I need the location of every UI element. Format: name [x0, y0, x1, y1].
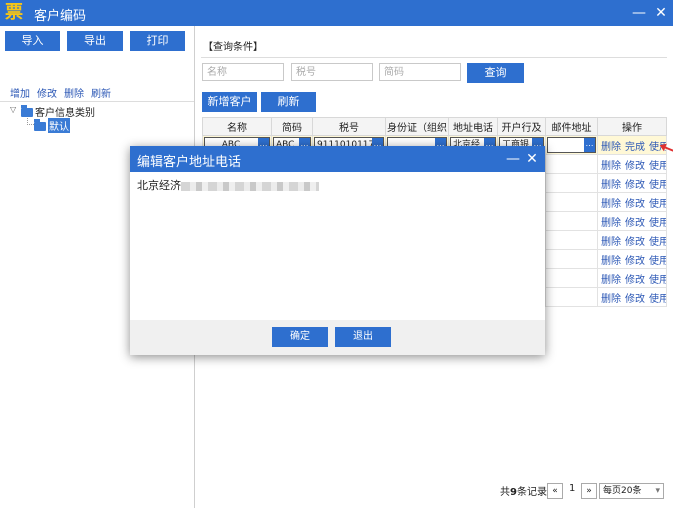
refresh-category-link[interactable]: 刷新	[91, 85, 111, 100]
row-actions: 删除修改使用	[597, 287, 667, 307]
tree-root-label[interactable]: 客户信息类别	[35, 104, 95, 119]
dialog-minimize-button[interactable]: —	[503, 149, 523, 169]
folder-icon	[21, 105, 33, 117]
table-cell	[545, 268, 598, 288]
record-count: 共9条记录	[500, 487, 547, 498]
next-page-button[interactable]: »	[581, 483, 597, 499]
column-header[interactable]: 简码	[271, 117, 313, 136]
dialog-close-button[interactable]: ✕	[522, 149, 542, 169]
table-cell	[545, 249, 598, 269]
row-actions: 删除修改使用	[597, 154, 667, 174]
address-text: 北京经济	[137, 179, 181, 192]
delete-link[interactable]: 删除	[601, 275, 621, 286]
search-button[interactable]: 查询	[467, 63, 524, 83]
email-cell-editor[interactable]: …	[547, 137, 596, 153]
use-link[interactable]: 使用	[649, 199, 666, 210]
column-header[interactable]: 身份证（组织	[385, 117, 449, 136]
delete-link[interactable]: 删除	[601, 161, 621, 172]
edit-address-dialog: 编辑客户地址电话 — ✕ 北京经济 确定 退出	[130, 146, 545, 355]
use-link[interactable]: 使用	[649, 256, 666, 267]
table-cell	[545, 230, 598, 250]
close-button[interactable]: ✕	[651, 3, 671, 23]
refresh-list-button[interactable]: 刷新	[261, 92, 316, 112]
table-header-row: 名称 简码 税号 身份证（组织 地址电话 开户行及 邮件地址 操作	[202, 117, 667, 136]
edit-link[interactable]: 修改	[625, 199, 645, 210]
add-category-link[interactable]: 增加	[10, 85, 30, 100]
page-size-select[interactable]: 每页20条 ▾	[599, 483, 664, 499]
delete-link[interactable]: 删除	[601, 199, 621, 210]
address-textarea[interactable]: 北京经济	[137, 177, 319, 193]
edit-link[interactable]: 修改	[625, 180, 645, 191]
code-search-input[interactable]	[379, 63, 461, 81]
use-link[interactable]: 使用	[649, 294, 666, 305]
delete-link[interactable]: 删除	[601, 256, 621, 267]
folder-icon	[34, 119, 46, 131]
edit-link[interactable]: 修改	[625, 256, 645, 267]
row-actions: 删除修改使用	[597, 173, 667, 193]
delete-link[interactable]: 删除	[601, 218, 621, 229]
divider	[201, 57, 667, 58]
done-link[interactable]: 完成	[625, 142, 645, 153]
app-title: 客户编码	[34, 9, 87, 24]
edit-link[interactable]: 修改	[625, 218, 645, 229]
use-link[interactable]: 使用	[649, 161, 666, 172]
use-link[interactable]: 使用	[649, 237, 666, 248]
current-page: 1	[569, 483, 576, 494]
row-actions: 删除修改使用	[597, 192, 667, 212]
table-cell	[545, 287, 598, 307]
category-action-bar: 增加 修改 删除 刷新	[0, 82, 194, 102]
table-cell	[545, 211, 598, 231]
edit-category-link[interactable]: 修改	[37, 85, 57, 100]
use-link[interactable]: 使用	[649, 275, 666, 286]
edit-link[interactable]: 修改	[625, 275, 645, 286]
app-titlebar: 票 客户编码 — ✕	[0, 0, 673, 26]
dialog-title: 编辑客户地址电话	[137, 155, 242, 170]
query-header: 【查询条件】	[203, 42, 263, 53]
redacted-text	[181, 181, 319, 191]
column-header[interactable]: 名称	[202, 117, 272, 136]
tree-item-default[interactable]: 默认	[48, 118, 70, 133]
print-button[interactable]: 打印	[130, 31, 185, 51]
confirm-button[interactable]: 确定	[272, 327, 328, 347]
edit-link[interactable]: 修改	[625, 237, 645, 248]
chevron-down-icon: ▾	[655, 486, 660, 496]
column-header[interactable]: 邮件地址	[545, 117, 598, 136]
edit-link[interactable]: 修改	[625, 161, 645, 172]
column-header[interactable]: 开户行及	[497, 117, 546, 136]
table-cell	[545, 154, 598, 174]
export-button[interactable]: 导出	[67, 31, 123, 51]
row-actions: 删除修改使用	[597, 268, 667, 288]
column-header[interactable]: 操作	[597, 117, 667, 136]
taxno-search-input[interactable]	[291, 63, 373, 81]
use-link[interactable]: 使用	[649, 218, 666, 229]
column-header[interactable]: 地址电话	[448, 117, 498, 136]
delete-category-link[interactable]: 删除	[64, 85, 84, 100]
exit-button[interactable]: 退出	[335, 327, 391, 347]
dialog-titlebar: 编辑客户地址电话 — ✕	[130, 146, 545, 172]
delete-link[interactable]: 删除	[601, 180, 621, 191]
row-actions: 删除修改使用	[597, 211, 667, 231]
table-cell	[545, 173, 598, 193]
name-search-input[interactable]	[202, 63, 284, 81]
delete-link[interactable]: 删除	[601, 237, 621, 248]
row-actions: 删除修改使用	[597, 230, 667, 250]
column-header[interactable]: 税号	[312, 117, 386, 136]
edit-link[interactable]: 修改	[625, 294, 645, 305]
prev-page-button[interactable]: «	[547, 483, 563, 499]
minimize-button[interactable]: —	[629, 3, 649, 23]
app-logo: 票	[3, 2, 25, 24]
new-customer-button[interactable]: 新增客户	[202, 92, 257, 112]
delete-link[interactable]: 删除	[601, 294, 621, 305]
tree-collapse-icon[interactable]: ▽	[10, 105, 16, 114]
tree-connector	[27, 118, 34, 125]
table-cell	[545, 192, 598, 212]
use-link[interactable]: 使用	[649, 180, 666, 191]
row-actions: 删除修改使用	[597, 249, 667, 269]
delete-link[interactable]: 删除	[601, 142, 621, 153]
import-button[interactable]: 导入	[5, 31, 60, 51]
